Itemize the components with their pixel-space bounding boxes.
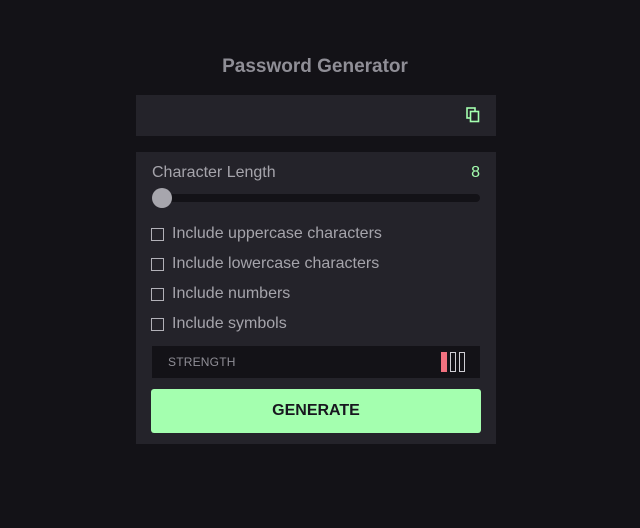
length-slider-thumb[interactable] [152, 188, 172, 208]
option-lowercase[interactable]: Include lowercase characters [151, 254, 379, 274]
length-slider-track[interactable] [152, 194, 480, 202]
strength-bar-3 [459, 352, 465, 372]
generate-button[interactable]: GENERATE [151, 389, 481, 433]
option-symbols[interactable]: Include symbols [151, 314, 287, 334]
symbols-checkbox[interactable] [151, 317, 164, 331]
uppercase-checkbox[interactable] [151, 227, 164, 241]
strength-bar-1 [441, 352, 447, 372]
lowercase-label: Include lowercase characters [172, 255, 380, 272]
character-length-label: Character Length [152, 164, 276, 181]
character-length-value: 8 [471, 164, 480, 181]
settings-panel: Character Length 8 Include uppercase cha… [136, 152, 496, 444]
strength-bar-2 [450, 352, 456, 372]
symbols-label: Include symbols [172, 315, 287, 332]
page-title: Password Generator [222, 56, 408, 77]
strength-meter: STRENGTH [152, 346, 480, 378]
copy-icon[interactable] [466, 107, 480, 123]
password-output [136, 95, 496, 136]
strength-bars [441, 352, 465, 372]
lowercase-checkbox[interactable] [151, 257, 164, 271]
uppercase-label: Include uppercase characters [172, 225, 382, 242]
numbers-label: Include numbers [172, 285, 291, 302]
option-numbers[interactable]: Include numbers [151, 284, 290, 304]
strength-label: STRENGTH [168, 355, 236, 369]
numbers-checkbox[interactable] [151, 287, 164, 301]
option-uppercase[interactable]: Include uppercase characters [151, 224, 382, 244]
